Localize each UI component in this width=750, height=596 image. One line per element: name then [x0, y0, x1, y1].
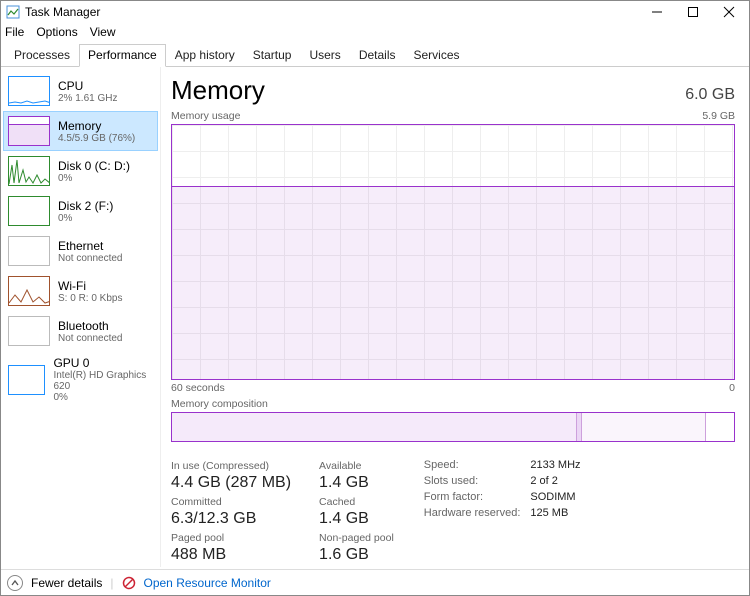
sidebar-item-label: CPU: [58, 79, 117, 93]
chevron-up-icon[interactable]: [7, 575, 23, 591]
hw-slots-value: 2 of 2: [530, 474, 588, 488]
sidebar-item-label: Wi-Fi: [58, 279, 122, 293]
memory-stats: In use (Compressed) 4.4 GB (287 MB) Comm…: [171, 456, 735, 564]
menu-file[interactable]: File: [5, 25, 24, 39]
sidebar-item-label: Ethernet: [58, 239, 123, 253]
sidebar-item-label: Memory: [58, 119, 135, 133]
app-icon: [5, 4, 21, 20]
inuse-value: 4.4 GB (287 MB): [171, 474, 291, 492]
usage-max: 5.9 GB: [702, 110, 735, 122]
committed-value: 6.3/12.3 GB: [171, 510, 291, 528]
axis-right: 0: [729, 382, 735, 394]
statusbar: Fewer details | Open Resource Monitor: [1, 569, 749, 595]
sidebar-item-sub: S: 0 R: 0 Kbps: [58, 293, 122, 304]
menubar: File Options View: [1, 23, 749, 41]
sidebar-item-cpu[interactable]: CPU 2% 1.61 GHz: [3, 71, 158, 111]
nonpaged-value: 1.6 GB: [319, 546, 394, 564]
tab-users[interactable]: Users: [300, 44, 349, 67]
inuse-label: In use (Compressed): [171, 460, 291, 472]
window-title: Task Manager: [25, 5, 100, 19]
cpu-sparkline-icon: [8, 76, 50, 106]
perf-sidebar[interactable]: CPU 2% 1.61 GHz Memory 4.5/5.9 GB (76%) …: [1, 67, 161, 567]
hw-reserved-value: 125 MB: [530, 506, 588, 520]
menu-options[interactable]: Options: [36, 25, 77, 39]
maximize-button[interactable]: [675, 1, 711, 23]
wifi-sparkline-icon: [8, 276, 50, 306]
bluetooth-sparkline-icon: [8, 316, 50, 346]
tab-apphistory[interactable]: App history: [166, 44, 244, 67]
sidebar-item-disk2[interactable]: Disk 2 (F:) 0%: [3, 191, 158, 231]
sidebar-item-label: Disk 2 (F:): [58, 199, 113, 213]
hw-slots-label: Slots used:: [424, 474, 529, 488]
sidebar-item-wifi[interactable]: Wi-Fi S: 0 R: 0 Kbps: [3, 271, 158, 311]
titlebar: Task Manager: [1, 1, 749, 23]
memory-sparkline-icon: [8, 116, 50, 146]
sidebar-item-ethernet[interactable]: Ethernet Not connected: [3, 231, 158, 271]
memory-usage-graph[interactable]: [171, 124, 735, 380]
ethernet-sparkline-icon: [8, 236, 50, 266]
usage-label: Memory usage: [171, 110, 240, 122]
sidebar-item-label: Disk 0 (C: D:): [58, 159, 130, 173]
tab-startup[interactable]: Startup: [244, 44, 301, 67]
sidebar-item-memory[interactable]: Memory 4.5/5.9 GB (76%): [3, 111, 158, 151]
sidebar-item-label: GPU 0: [53, 356, 153, 370]
hw-form-value: SODIMM: [530, 490, 588, 504]
tab-services[interactable]: Services: [405, 44, 469, 67]
sidebar-item-disk0[interactable]: Disk 0 (C: D:) 0%: [3, 151, 158, 191]
sidebar-item-sub: Not connected: [58, 333, 123, 344]
memory-capacity: 6.0 GB: [685, 86, 735, 104]
tab-bar: Processes Performance App history Startu…: [1, 43, 749, 67]
hw-speed-value: 2133 MHz: [530, 458, 588, 472]
fewer-details-button[interactable]: Fewer details: [31, 576, 102, 590]
cached-value: 1.4 GB: [319, 510, 394, 528]
gpu-sparkline-icon: [8, 365, 45, 395]
hw-form-label: Form factor:: [424, 490, 529, 504]
tab-details[interactable]: Details: [350, 44, 405, 67]
sidebar-item-sub: Not connected: [58, 253, 123, 264]
sidebar-item-label: Bluetooth: [58, 319, 123, 333]
menu-view[interactable]: View: [90, 25, 116, 39]
sidebar-item-gpu0[interactable]: GPU 0 Intel(R) HD Graphics 620 0%: [3, 351, 158, 408]
open-resource-monitor-link[interactable]: Open Resource Monitor: [144, 576, 271, 590]
sidebar-item-bluetooth[interactable]: Bluetooth Not connected: [3, 311, 158, 351]
hw-speed-label: Speed:: [424, 458, 529, 472]
axis-left: 60 seconds: [171, 382, 225, 394]
page-title: Memory: [171, 75, 685, 106]
minimize-button[interactable]: [639, 1, 675, 23]
close-button[interactable]: [711, 1, 747, 23]
composition-label: Memory composition: [171, 398, 735, 410]
paged-label: Paged pool: [171, 532, 291, 544]
tab-performance[interactable]: Performance: [79, 44, 166, 67]
nonpaged-label: Non-paged pool: [319, 532, 394, 544]
sidebar-item-sub: 2% 1.61 GHz: [58, 93, 117, 104]
hw-reserved-label: Hardware reserved:: [424, 506, 529, 520]
sidebar-item-sub: Intel(R) HD Graphics 620 0%: [53, 370, 153, 403]
content: CPU 2% 1.61 GHz Memory 4.5/5.9 GB (76%) …: [1, 67, 749, 567]
cached-label: Cached: [319, 496, 394, 508]
sidebar-item-sub: 4.5/5.9 GB (76%): [58, 133, 135, 144]
sidebar-item-sub: 0%: [58, 213, 113, 224]
committed-label: Committed: [171, 496, 291, 508]
main-panel: Memory 6.0 GB Memory usage 5.9 GB 60 sec…: [161, 67, 749, 567]
memory-composition-graph[interactable]: [171, 412, 735, 442]
resource-monitor-icon: [122, 576, 136, 590]
tab-processes[interactable]: Processes: [5, 44, 79, 67]
sidebar-item-sub: 0%: [58, 173, 130, 184]
disk-sparkline-icon: [8, 196, 50, 226]
available-label: Available: [319, 460, 394, 472]
paged-value: 488 MB: [171, 546, 291, 564]
available-value: 1.4 GB: [319, 474, 394, 492]
disk-sparkline-icon: [8, 156, 50, 186]
